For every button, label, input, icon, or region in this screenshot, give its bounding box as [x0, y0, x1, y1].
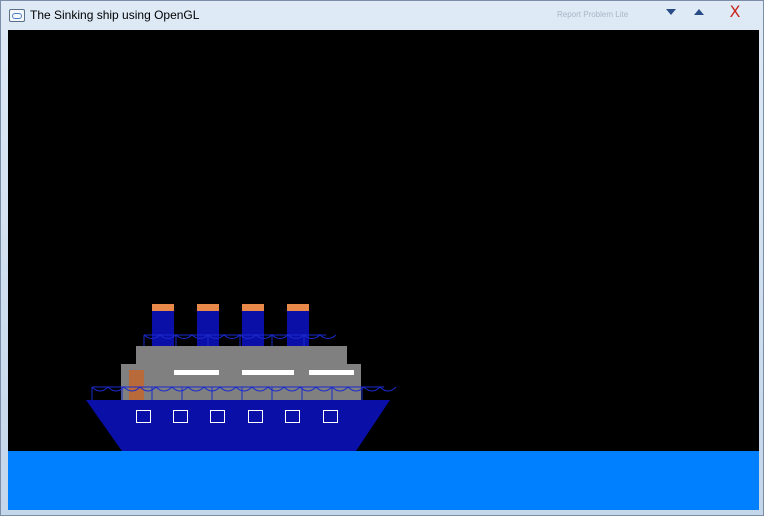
ship-hull	[86, 400, 390, 454]
funnel-3	[242, 310, 264, 346]
deck-window-1	[174, 370, 219, 375]
funnel-1	[152, 310, 174, 346]
funnel-4	[287, 310, 309, 346]
funnel-cap-1	[152, 304, 174, 311]
opengl-canvas[interactable]	[8, 30, 759, 510]
funnel-cap-2	[197, 304, 219, 311]
ship-scene	[8, 30, 759, 510]
background-window-text: Report Problem Lite	[557, 10, 629, 19]
sea-water	[8, 451, 759, 510]
window-title: The Sinking ship using OpenGL	[30, 8, 200, 22]
minimize-icon	[666, 9, 676, 15]
maximize-button[interactable]	[687, 3, 711, 21]
ship-door	[129, 370, 144, 400]
funnel-cap-3	[242, 304, 264, 311]
deck-window-3	[309, 370, 354, 375]
title-bar[interactable]: The Sinking ship using OpenGL Report Pro…	[1, 1, 763, 29]
deck-window-2	[242, 370, 294, 375]
close-icon: X	[729, 2, 741, 21]
funnel-cap-4	[287, 304, 309, 311]
lower-deckhouse	[121, 364, 361, 400]
upper-deckhouse	[136, 346, 347, 366]
minimize-button[interactable]	[659, 3, 683, 21]
opengl-app-icon[interactable]	[9, 9, 25, 22]
app-window: The Sinking ship using OpenGL Report Pro…	[0, 0, 764, 516]
maximize-icon	[694, 9, 704, 15]
close-button[interactable]: X	[723, 3, 747, 21]
